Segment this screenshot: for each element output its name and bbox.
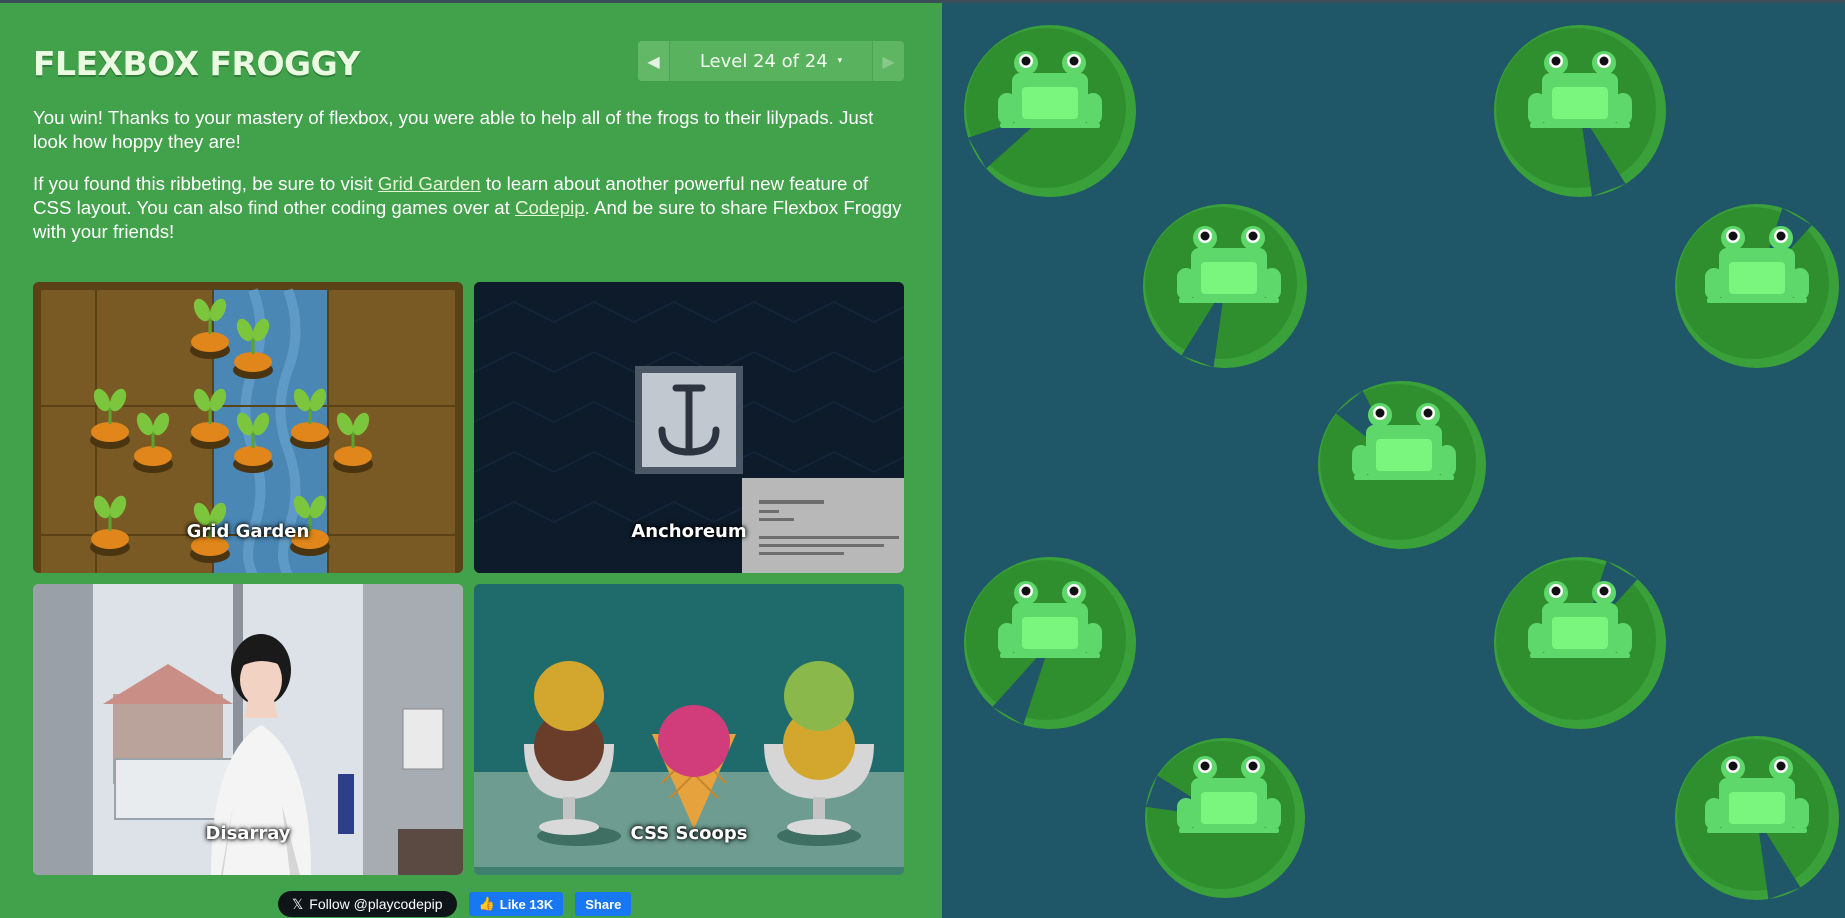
facebook-like-button[interactable]: 👍 Like 13K <box>468 892 564 916</box>
facebook-share-button[interactable]: Share <box>575 892 632 916</box>
sidebar: FLEXBOX FROGGY ◀ Level 24 of 24 ▾ ▶ You … <box>0 3 942 918</box>
level-navigator: ◀ Level 24 of 24 ▾ ▶ <box>638 41 904 81</box>
game-tile-disarray[interactable]: Disarray <box>33 584 463 875</box>
grid-garden-link[interactable]: Grid Garden <box>378 173 481 194</box>
facebook-like-label: Like 13K <box>499 896 554 912</box>
arrow-right-icon: ▶ <box>882 51 895 71</box>
game-title: CSS Scoops <box>630 823 748 844</box>
game-tile-grid-garden[interactable]: Grid Garden <box>33 282 463 573</box>
game-tile-css-scoops[interactable]: CSS Scoops <box>474 584 904 875</box>
level-dropdown[interactable]: Level 24 of 24 ▾ <box>670 41 872 81</box>
game-title: Grid Garden <box>186 521 310 542</box>
page-title: FLEXBOX FROGGY <box>33 44 360 83</box>
arrow-left-icon: ◀ <box>647 51 660 71</box>
pond <box>942 3 1845 918</box>
x-follow-label: Follow @playcodepip <box>309 896 443 912</box>
social-buttons: 𝕏 Follow @playcodepip 👍 Like 13K Share <box>278 891 632 917</box>
level-label: Level 24 of 24 <box>699 50 828 72</box>
game-tile-anchoreum[interactable]: Anchoreum <box>474 282 904 573</box>
win-message: You win! Thanks to your mastery of flexb… <box>33 107 874 152</box>
game-title: Disarray <box>205 823 291 844</box>
thumbs-up-icon: 👍 <box>478 896 495 911</box>
codepip-link[interactable]: Codepip <box>515 197 585 218</box>
x-logo-icon: 𝕏 <box>292 895 304 912</box>
pond-board <box>964 25 1839 900</box>
next-level-button[interactable]: ▶ <box>872 41 904 81</box>
previous-level-button[interactable]: ◀ <box>638 41 670 81</box>
caret-down-icon: ▾ <box>837 56 843 66</box>
x-follow-button[interactable]: 𝕏 Follow @playcodepip <box>278 891 457 917</box>
game-title: Anchoreum <box>631 521 747 542</box>
facebook-share-label: Share <box>585 896 622 912</box>
share-message: If you found this ribbeting, be sure to … <box>33 173 902 242</box>
